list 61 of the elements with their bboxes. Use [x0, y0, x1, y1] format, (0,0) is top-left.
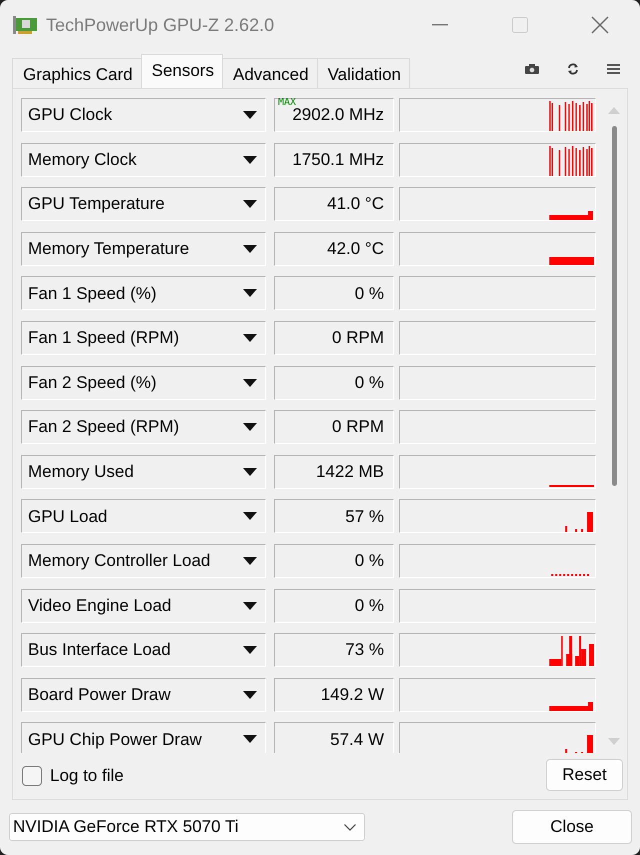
sensor-dropdown[interactable]: Fan 1 Speed (%)	[21, 276, 266, 310]
scroll-up-arrow-icon[interactable]	[608, 106, 620, 114]
dropdown-arrow-icon	[243, 334, 257, 342]
dropdown-arrow-icon	[243, 468, 257, 476]
graphics-card-icon	[12, 15, 38, 35]
reset-button[interactable]: Reset	[546, 759, 623, 791]
sensor-value: 0 %	[354, 550, 384, 572]
dropdown-arrow-icon	[243, 423, 257, 432]
sensor-value: 0 RPM	[332, 416, 384, 438]
dropdown-arrow-icon	[243, 556, 257, 565]
sensor-dropdown[interactable]: Fan 1 Speed (RPM)	[21, 320, 266, 355]
tab[interactable]: Sensors	[140, 54, 223, 88]
sensor-dropdown[interactable]: Memory Used	[21, 454, 266, 489]
minimize-icon	[432, 24, 448, 26]
sensor-dropdown[interactable]: Memory Controller Load	[21, 544, 266, 578]
sensor-value: 2902.0 MHz	[292, 105, 384, 126]
sensor-value: 0 RPM	[332, 327, 384, 350]
dropdown-arrow-icon	[243, 512, 257, 520]
sensor-dropdown[interactable]: Board Power Draw	[21, 678, 266, 712]
tab[interactable]: Graphics Card	[12, 58, 142, 88]
dropdown-arrow-icon	[243, 378, 257, 387]
sensor-dropdown[interactable]: Fan 2 Speed (RPM)	[21, 410, 266, 444]
dropdown-arrow-icon	[243, 111, 257, 119]
sensor-dropdown[interactable]: GPU Clock	[21, 98, 266, 132]
sensor-value: 0 %	[354, 372, 384, 394]
max-indicator: MAX	[278, 98, 296, 108]
log-to-file-checkbox[interactable]: Log to file	[22, 763, 124, 789]
maximize-icon	[512, 17, 528, 33]
scroll-down-arrow-icon[interactable]	[608, 738, 620, 746]
window-title: TechPowerUp GPU-Z 2.62.0	[46, 14, 276, 37]
chevron-icon	[344, 824, 356, 830]
dropdown-arrow-icon	[243, 735, 257, 744]
sensor-value: 0 %	[354, 594, 384, 617]
sensor-dropdown[interactable]: Fan 2 Speed (%)	[21, 366, 266, 400]
dropdown-arrow-icon	[243, 244, 257, 253]
sensor-value: 41.0 °C	[327, 193, 384, 216]
dropdown-arrow-icon	[243, 289, 257, 298]
sensor-value: 0 %	[354, 282, 384, 305]
sensor-value: 1750.1 MHz	[292, 148, 384, 171]
dropdown-arrow-icon	[243, 646, 257, 654]
close-icon	[591, 16, 609, 34]
sensor-value: 149.2 W	[320, 684, 384, 706]
gpu-dropdown[interactable]: NVIDIA GeForce RTX 5070 Ti	[9, 813, 365, 841]
sensor-dropdown[interactable]: Memory Clock	[21, 142, 266, 177]
sensor-value: 1422 MB	[316, 461, 384, 483]
dropdown-arrow-icon	[243, 690, 257, 699]
sensor-value: 42.0 °C	[327, 238, 384, 260]
sensor-value: 57.4 W	[330, 728, 384, 751]
sensor-dropdown[interactable]: Bus Interface Load	[21, 633, 266, 668]
sensor-value: 57 %	[345, 506, 384, 528]
sensor-dropdown[interactable]: GPU Chip Power Draw	[21, 722, 266, 753]
sensor-dropdown[interactable]: Video Engine Load	[21, 588, 266, 623]
sensor-dropdown[interactable]: GPU Load	[21, 499, 266, 534]
sensor-dropdown[interactable]: GPU Temperature	[21, 187, 266, 222]
dropdown-arrow-icon	[243, 200, 257, 208]
tab[interactable]: Validation	[316, 58, 410, 88]
dropdown-arrow-icon	[243, 156, 257, 164]
dropdown-arrow-icon	[243, 602, 257, 610]
close-button[interactable]: Close	[512, 810, 632, 844]
sensor-value: 73 %	[345, 639, 384, 662]
sensor-dropdown[interactable]: Memory Temperature	[21, 232, 266, 266]
